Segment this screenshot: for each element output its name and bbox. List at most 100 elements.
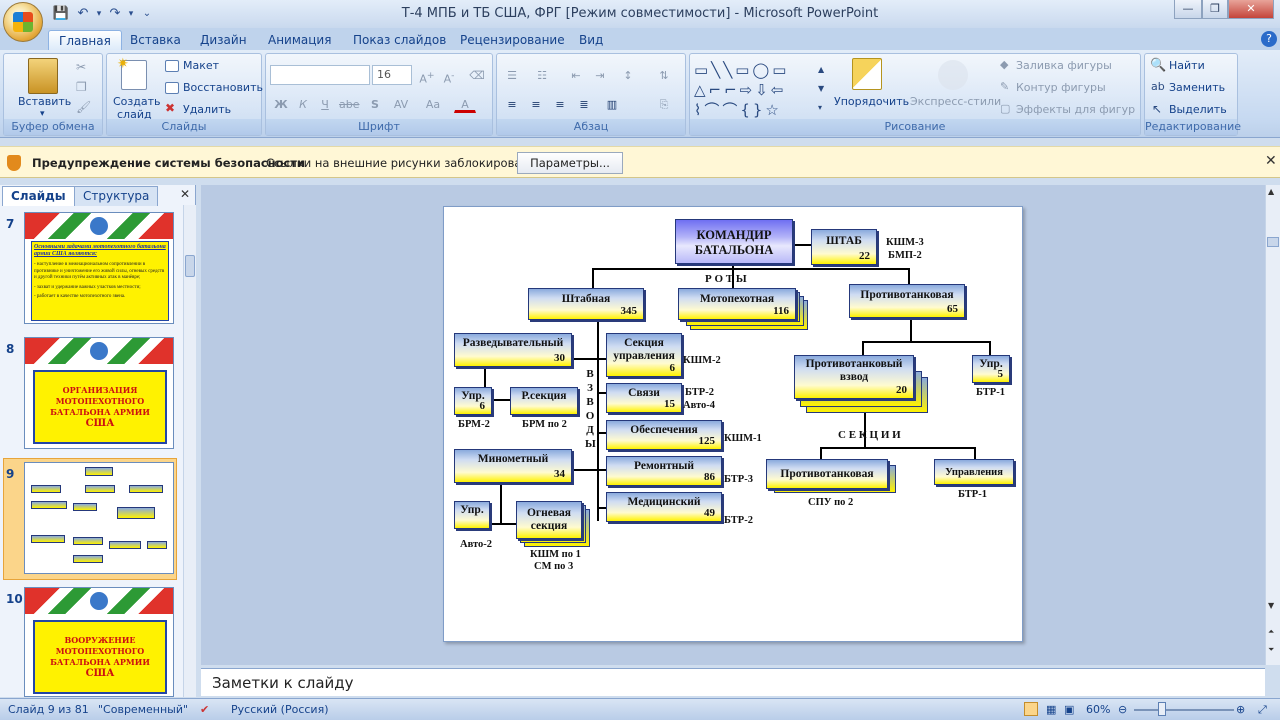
scroll-up-icon[interactable]: ▲ — [1268, 187, 1274, 196]
fit-to-window-icon[interactable]: ⤢ — [1258, 703, 1267, 717]
italic-button[interactable]: К — [292, 95, 314, 113]
decrease-indent-icon[interactable]: ⇤ — [565, 66, 587, 84]
sorter-view-icon[interactable]: ▦ — [1046, 703, 1056, 716]
spell-check-icon[interactable]: ✔ — [200, 703, 209, 716]
tab-outline[interactable]: Структура — [74, 186, 159, 206]
tab-insert[interactable]: Вставка — [120, 30, 191, 50]
align-right-icon[interactable]: ≡ — [549, 95, 571, 113]
shadow-button[interactable]: S — [364, 95, 386, 113]
office-button[interactable] — [3, 2, 43, 42]
scroll-down-icon[interactable]: ▼ — [1268, 601, 1274, 610]
numbering-icon[interactable]: ☷ — [531, 66, 553, 84]
tab-slideshow[interactable]: Показ слайдов — [343, 30, 456, 50]
slide-thumbnail-10[interactable]: ВООРУЖЕНИЕ МОТОПЕХОТНОГО БАТАЛЬОНА АРМИИ… — [24, 587, 174, 697]
maximize-button[interactable]: ❐ — [1202, 0, 1228, 19]
select-button[interactable]: Выделить — [1169, 103, 1227, 116]
recon-section-box[interactable]: Р.секция — [510, 387, 578, 415]
layout-button[interactable]: Макет — [183, 59, 219, 72]
mortar-hq-box[interactable]: Упр. — [454, 501, 490, 529]
slide-thumbnail-9[interactable] — [24, 462, 174, 574]
minimize-button[interactable]: — — [1174, 0, 1202, 19]
notes-pane[interactable]: Заметки к слайду — [201, 668, 1265, 696]
at-hq-box[interactable]: Упр. 5 — [972, 355, 1010, 383]
align-center-icon[interactable]: ≡ — [525, 95, 547, 113]
clear-format-icon[interactable]: ⌫ — [466, 66, 488, 84]
tab-slides[interactable]: Слайды — [2, 186, 75, 206]
font-size-combo[interactable]: 16 — [372, 65, 412, 85]
bold-button[interactable]: Ж — [270, 95, 292, 113]
hq-company-box[interactable]: Штабная 345 — [528, 288, 644, 320]
save-icon[interactable]: 💾 — [52, 5, 70, 23]
paste-dropdown-icon[interactable]: ▾ — [40, 109, 45, 119]
spacing-button[interactable]: AV — [390, 95, 412, 113]
hq-box[interactable]: ШТАБ 22 — [811, 229, 877, 265]
normal-view-icon[interactable] — [1024, 702, 1038, 716]
arrange-button[interactable]: Упорядочить — [834, 95, 909, 108]
signal-platoon-box[interactable]: Связи 15 — [606, 383, 682, 413]
underline-button[interactable]: Ч — [314, 95, 336, 113]
text-direction-icon[interactable]: ⇅ — [653, 66, 675, 84]
recon-platoon-box[interactable]: Разведывательный 30 — [454, 333, 572, 367]
grow-font-icon[interactable]: A+ — [416, 66, 438, 86]
new-slide-button[interactable]: Создать — [113, 95, 161, 108]
at-platoon-box[interactable]: Противотанковый взвод 20 — [794, 355, 914, 399]
strike-button[interactable]: abe — [338, 95, 360, 113]
editor-scroll-thumb[interactable] — [1267, 237, 1279, 247]
language[interactable]: Русский (Россия) — [231, 703, 329, 716]
at-company-box[interactable]: Противотанковая 65 — [849, 284, 965, 318]
reset-button[interactable]: Восстановить — [183, 81, 263, 94]
shapes-scroll-icon[interactable]: ▲ ▼ ▾ — [818, 60, 828, 118]
slideshow-view-icon[interactable]: ▣ — [1064, 703, 1074, 716]
help-icon[interactable]: ? — [1261, 31, 1277, 47]
shape-fill-button[interactable]: Заливка фигуры — [1016, 59, 1112, 72]
case-button[interactable]: Aa — [422, 95, 444, 113]
options-button[interactable]: Параметры... — [517, 152, 623, 174]
zoom-out-icon[interactable]: ⊖ — [1118, 703, 1127, 716]
align-left-icon[interactable]: ≡ — [501, 95, 523, 113]
zoom-level[interactable]: 60% — [1086, 703, 1110, 716]
find-button[interactable]: Найти — [1169, 59, 1205, 72]
shape-effects-button[interactable]: Эффекты для фигур — [1016, 103, 1135, 116]
close-warning-icon[interactable]: ✕ — [1265, 153, 1277, 169]
zoom-in-icon[interactable]: ⊕ — [1236, 703, 1245, 716]
slide-thumbnail-7[interactable]: Основными задачами мотопехотного батальо… — [24, 212, 174, 324]
control-section2-box[interactable]: Управления — [934, 459, 1014, 485]
columns-icon[interactable]: ▥ — [601, 95, 623, 113]
repair-platoon-box[interactable]: Ремонтный 86 — [606, 456, 722, 486]
delete-button[interactable]: Удалить — [183, 103, 231, 116]
slide-canvas[interactable]: КОМАНДИР БАТАЛЬОНА ШТАБ 22 КШМ-3 БМП-2 Р… — [443, 206, 1023, 642]
moto-company-box[interactable]: Мотопехотная 116 — [678, 288, 796, 320]
bullets-icon[interactable]: ☰ — [501, 66, 523, 84]
smartart-icon[interactable]: ⎘ — [653, 95, 675, 113]
font-color-button[interactable]: A — [454, 95, 476, 113]
tab-home[interactable]: Главная — [48, 30, 122, 50]
customize-qat-icon[interactable]: ⌄ — [138, 5, 156, 23]
fire-section-box[interactable]: Огневая секция — [516, 501, 582, 539]
panel-scrollbar[interactable] — [183, 205, 196, 697]
shapes-gallery[interactable]: ▭╲╲▭◯▭ △⌐⌐⇨⇩⇦ ⌇⌒⌒{}☆ — [694, 60, 818, 120]
mortar-platoon-box[interactable]: Минометный 34 — [454, 449, 572, 483]
close-pane-icon[interactable]: ✕ — [180, 187, 190, 201]
replace-button[interactable]: Заменить — [1169, 81, 1225, 94]
justify-icon[interactable]: ≣ — [573, 95, 595, 113]
paste-button[interactable]: Вставить — [18, 95, 71, 108]
medical-platoon-box[interactable]: Медицинский 49 — [606, 492, 722, 522]
increase-indent-icon[interactable]: ⇥ — [589, 66, 611, 84]
tab-animation[interactable]: Анимация — [258, 30, 341, 50]
panel-scroll-thumb[interactable] — [185, 255, 195, 277]
support-platoon-box[interactable]: Обеспечения 125 — [606, 420, 722, 450]
at-section-box[interactable]: Противотанковая — [766, 459, 888, 489]
tab-review[interactable]: Рецензирование — [450, 30, 575, 50]
theme-name[interactable]: "Современный" — [98, 703, 188, 716]
zoom-slider-thumb[interactable] — [1158, 702, 1166, 716]
commander-box[interactable]: КОМАНДИР БАТАЛЬОНА — [675, 219, 793, 264]
shrink-font-icon[interactable]: A- — [438, 66, 460, 86]
next-slide-icon[interactable]: ⏷ — [1268, 645, 1274, 655]
prev-slide-icon[interactable]: ⏶ — [1268, 627, 1274, 637]
close-button[interactable]: ✕ — [1228, 0, 1274, 19]
zoom-slider[interactable] — [1134, 709, 1234, 711]
font-name-combo[interactable] — [270, 65, 370, 85]
tab-design[interactable]: Дизайн — [190, 30, 257, 50]
slide-thumbnail-8[interactable]: ОРГАНИЗАЦИЯ МОТОПЕХОТНОГО БАТАЛЬОНА АРМИ… — [24, 337, 174, 449]
tab-view[interactable]: Вид — [569, 30, 613, 50]
